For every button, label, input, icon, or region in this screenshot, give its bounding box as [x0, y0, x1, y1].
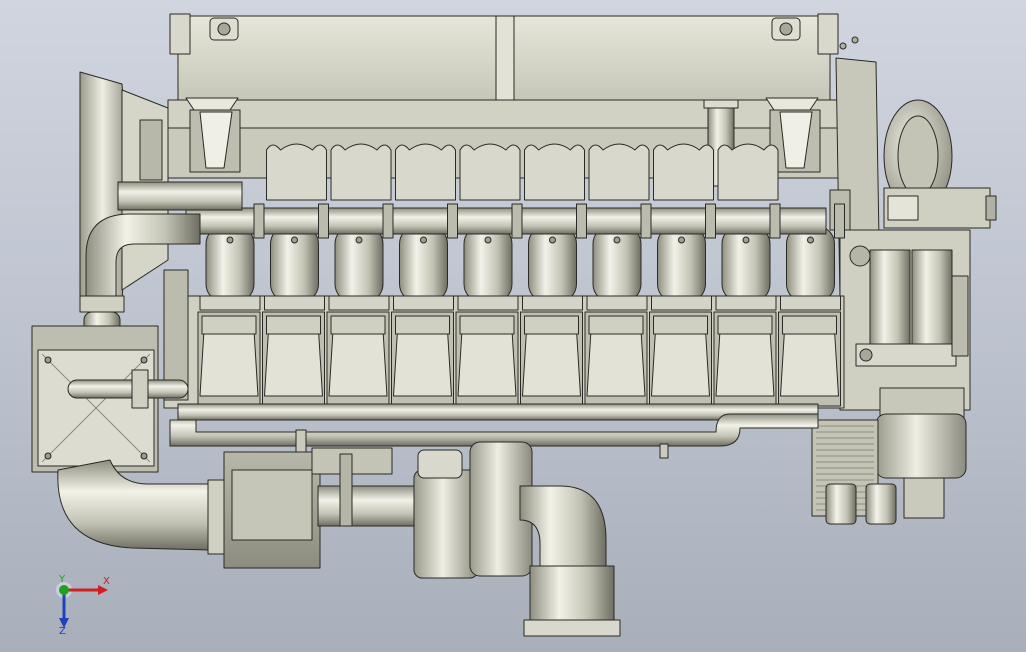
x-axis-label: X [103, 576, 110, 587]
turbocharger [413, 441, 621, 637]
cad-viewport[interactable]: X Y Z [0, 0, 1026, 652]
head-plate [395, 143, 456, 201]
exhaust-port [584, 311, 648, 407]
manifold-flange [511, 203, 523, 239]
intake-runner [780, 225, 841, 311]
head-plate [524, 143, 585, 201]
intake-runner [651, 225, 712, 311]
head-plate [653, 143, 714, 201]
engine-model[interactable]: X Y Z [0, 0, 1026, 652]
exhaust-port [713, 311, 777, 407]
intake-runner [393, 225, 454, 311]
intake-runner [715, 225, 777, 311]
z-axis-label: Z [59, 626, 66, 637]
exhaust-port [778, 311, 841, 407]
intake-runner [586, 225, 648, 311]
intake-runner [328, 225, 390, 311]
intake-runner [522, 225, 583, 311]
axis-triad: X Y Z [56, 574, 110, 637]
head-plate [459, 143, 521, 201]
y-axis-label: Y [58, 574, 66, 585]
manifold-flange [253, 203, 265, 239]
intake-runner [264, 225, 325, 311]
manifold-flange [576, 203, 587, 239]
intake-runner [199, 225, 261, 311]
manifold-flange [318, 203, 329, 239]
exhaust-port [262, 311, 325, 407]
exhaust-port [391, 311, 454, 407]
exhaust-port [649, 311, 712, 407]
head-plate [266, 143, 327, 201]
intake-runner [457, 225, 519, 311]
exhaust-manifold [185, 203, 845, 239]
exhaust-port [520, 311, 583, 407]
exhaust-port [197, 311, 261, 407]
manifold-flange [640, 203, 652, 239]
head-plate [330, 143, 392, 201]
oil-filter [875, 387, 967, 479]
manifold-flange [769, 203, 781, 239]
head-plate [588, 143, 650, 201]
manifold-flange [447, 203, 458, 239]
manifold-flange [834, 203, 845, 239]
exhaust-port [455, 311, 519, 407]
manifold-flange [382, 203, 394, 239]
head-plate [717, 143, 779, 201]
manifold-flange [705, 203, 716, 239]
exhaust-port [326, 311, 390, 407]
